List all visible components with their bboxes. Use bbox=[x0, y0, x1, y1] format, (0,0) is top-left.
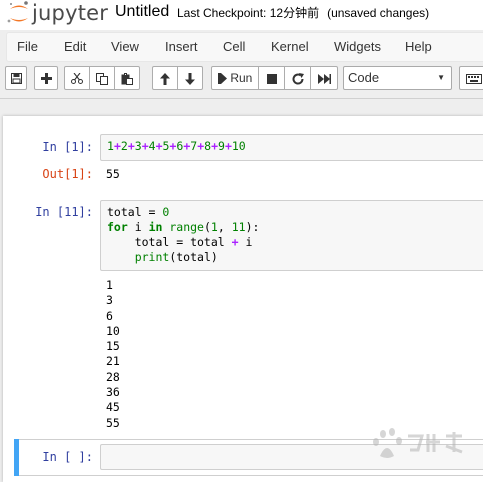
cell-2-output: 1 3 6 10 15 21 28 36 45 55 bbox=[106, 278, 120, 430]
code-line-3: total = total + i bbox=[107, 235, 253, 249]
stop-icon bbox=[266, 73, 277, 84]
copy-button[interactable] bbox=[89, 66, 115, 90]
move-up-button[interactable] bbox=[152, 66, 178, 90]
menu-file[interactable]: File bbox=[17, 33, 38, 61]
jupyter-logo-text: jupyter bbox=[32, 1, 109, 25]
menu-kernel[interactable]: Kernel bbox=[271, 33, 309, 61]
restart-icon bbox=[292, 72, 304, 85]
menu-insert[interactable]: Insert bbox=[165, 33, 198, 61]
paste-icon bbox=[121, 72, 133, 85]
run-label: Run bbox=[230, 71, 253, 85]
restart-button[interactable] bbox=[284, 66, 311, 90]
fast-forward-icon bbox=[317, 73, 331, 84]
caret-down-icon: ▼ bbox=[437, 73, 445, 82]
run-icon bbox=[218, 73, 227, 85]
command-palette-button[interactable] bbox=[459, 66, 483, 90]
unsaved-changes-text: (unsaved changes) bbox=[327, 6, 430, 20]
cut-button[interactable] bbox=[64, 66, 90, 90]
menu-help[interactable]: Help bbox=[405, 33, 432, 61]
menu-widgets[interactable]: Widgets bbox=[334, 33, 381, 61]
code-line-1: total = 0 bbox=[107, 205, 170, 219]
arrow-down-icon bbox=[185, 72, 195, 85]
insert-cell-button[interactable] bbox=[34, 66, 58, 90]
header-divider bbox=[0, 98, 483, 99]
menu-edit[interactable]: Edit bbox=[64, 33, 86, 61]
cell-1-input[interactable]: 1+2+3+4+5+6+7+8+9+10 bbox=[100, 134, 483, 161]
interrupt-button[interactable] bbox=[258, 66, 285, 90]
cell-2-in-prompt: In [11]: bbox=[35, 205, 93, 219]
keyboard-icon bbox=[466, 73, 482, 84]
save-button[interactable] bbox=[5, 66, 27, 90]
cell-1-output: 55 bbox=[106, 167, 120, 181]
toolbar: Run Code ▼ bbox=[0, 66, 483, 94]
cell-2-input[interactable]: total = 0 for i in range(1, 11): total =… bbox=[100, 200, 483, 271]
checkpoint-status: Last Checkpoint: 12分钟前 (unsaved changes) bbox=[177, 5, 429, 21]
run-button[interactable]: Run bbox=[211, 66, 259, 90]
move-down-button[interactable] bbox=[177, 66, 203, 90]
plus-icon bbox=[40, 73, 52, 85]
menu-view[interactable]: View bbox=[111, 33, 139, 61]
scissors-icon bbox=[71, 73, 83, 85]
checkpoint-text: Last Checkpoint: 12分钟前 bbox=[177, 6, 320, 20]
menubar: File Edit View Insert Cell Kernel Widget… bbox=[6, 32, 483, 62]
copy-icon bbox=[96, 72, 108, 85]
code-line-4: print(total) bbox=[134, 250, 218, 264]
cell-type-value: Code bbox=[348, 70, 380, 85]
cell-1-out-prompt: Out[1]: bbox=[42, 167, 93, 181]
cell-1-in-prompt: In [1]: bbox=[42, 140, 93, 154]
cell-type-select[interactable]: Code ▼ bbox=[343, 66, 452, 90]
save-icon bbox=[10, 73, 22, 85]
cell-1-source[interactable]: 1+2+3+4+5+6+7+8+9+10 bbox=[101, 135, 483, 158]
cell-3-input[interactable] bbox=[100, 444, 483, 470]
notebook-title[interactable]: Untitled bbox=[115, 2, 169, 22]
notebook-header: jupyter Untitled Last Checkpoint: 12分钟前 (… bbox=[0, 0, 483, 30]
paste-button[interactable] bbox=[114, 66, 140, 90]
restart-run-all-button[interactable] bbox=[310, 66, 338, 90]
code-line-2: for i in range(1, 11): bbox=[107, 220, 260, 234]
menu-cell[interactable]: Cell bbox=[223, 33, 245, 61]
arrow-up-icon bbox=[160, 72, 170, 85]
cell-3-source[interactable] bbox=[101, 445, 483, 453]
cell-2-source[interactable]: total = 0 for i in range(1, 11): total =… bbox=[101, 201, 483, 269]
cell-3-in-prompt: In [ ]: bbox=[42, 450, 93, 464]
